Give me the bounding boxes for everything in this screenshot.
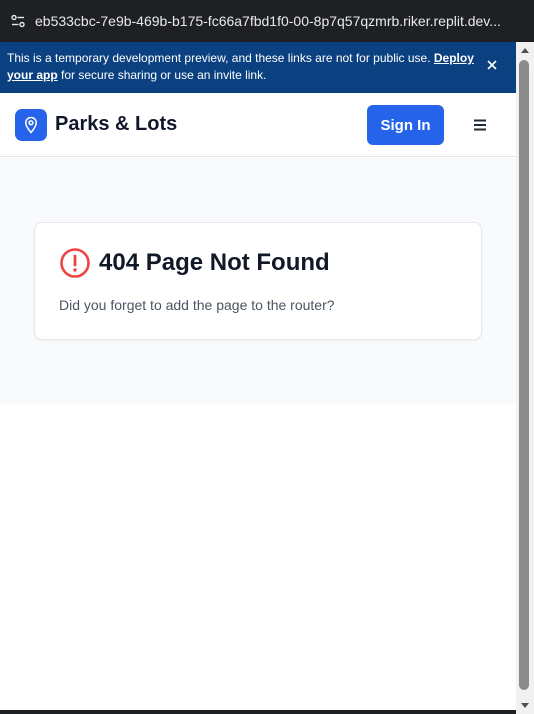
scroll-down-icon[interactable] [516, 698, 534, 714]
map-pin-icon[interactable] [15, 109, 47, 141]
scrollbar-thumb[interactable] [519, 60, 529, 690]
error-message: Did you forget to add the page to the ro… [59, 297, 335, 313]
brand-name[interactable]: Parks & Lots [55, 113, 177, 136]
window-bottom-edge [0, 710, 516, 714]
banner-text-after: for secure sharing or use an invite link… [57, 68, 267, 82]
scrollbar[interactable] [516, 42, 534, 714]
scroll-up-icon[interactable] [516, 42, 534, 58]
sign-in-button[interactable]: Sign In [367, 105, 444, 145]
site-info-icon[interactable] [7, 10, 29, 32]
page-viewport: This is a temporary development preview,… [0, 42, 516, 710]
page-title: 404 Page Not Found [99, 249, 330, 276]
browser-address-bar: eb533cbc-7e9b-469b-b175-fc66a7fbd1f0-00-… [0, 0, 534, 42]
error-card: 404 Page Not Found Did you forget to add… [34, 222, 482, 340]
url-text[interactable]: eb533cbc-7e9b-469b-b175-fc66a7fbd1f0-00-… [35, 13, 515, 29]
dev-preview-banner: This is a temporary development preview,… [0, 42, 516, 93]
close-icon[interactable] [483, 56, 501, 74]
navbar: Parks & Lots Sign In [0, 93, 516, 157]
main-content: 404 Page Not Found Did you forget to add… [0, 158, 516, 404]
alert-circle-icon [59, 247, 91, 279]
banner-text: This is a temporary development preview,… [7, 51, 434, 65]
hamburger-menu-icon[interactable] [468, 113, 492, 137]
